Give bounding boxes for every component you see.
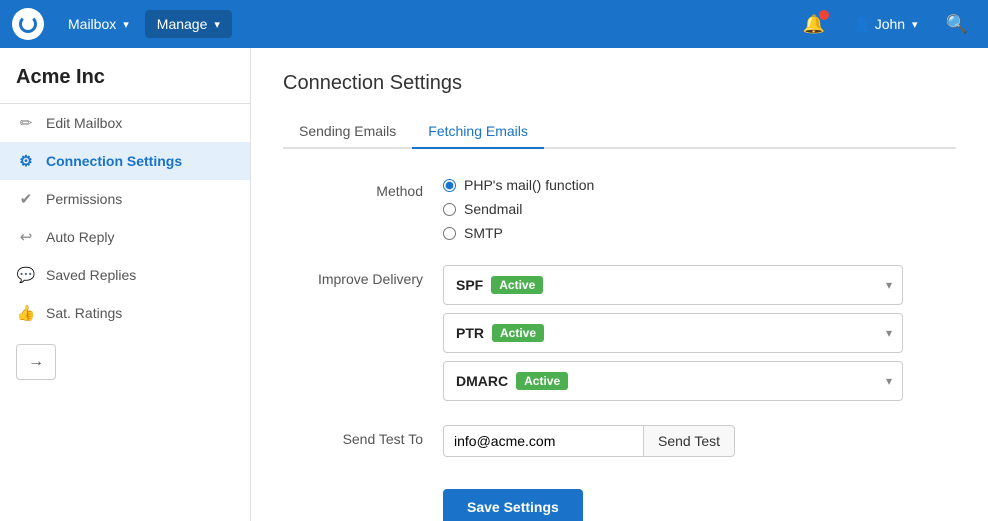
send-test-content: Send Test [443,425,956,457]
tab-sending-emails[interactable]: Sending Emails [283,115,412,149]
page-title: Connection Settings [283,72,956,95]
user-icon: 👤 [853,16,870,33]
radio-sendmail-label: Sendmail [464,201,522,217]
radio-sendmail-input[interactable] [443,203,456,216]
sidebar-item-auto-reply[interactable]: ↩ Auto Reply [0,218,250,256]
sidebar-item-edit-mailbox[interactable]: ✏ Edit Mailbox [0,104,250,142]
save-settings-button[interactable]: Save Settings [443,489,583,521]
radio-smtp-label: SMTP [464,225,503,241]
ptr-chevron-icon: ▾ [886,326,892,340]
save-row: Save Settings [283,481,956,521]
radio-php-mail-input[interactable] [443,179,456,192]
search-btn[interactable]: 🔍 [938,10,976,39]
topnav-right: 🔔 👤 John ▾ 🔍 [795,10,976,39]
radio-group-method: PHP's mail() function Sendmail SMTP [443,177,956,241]
mailbox-nav-label: Mailbox [68,16,116,32]
reply-icon: ↩ [16,228,36,246]
dmarc-badge: Active [516,372,568,390]
delivery-options: SPF Active ▾ PTR Active ▾ DMARC Active ▾ [443,265,956,401]
mailbox-nav-btn[interactable]: Mailbox ▾ [56,10,141,38]
edit-icon: ✏ [16,114,36,132]
send-test-button[interactable]: Send Test [643,425,735,457]
main-content: Connection Settings Sending Emails Fetch… [251,48,988,521]
sidebar-collapse-btn[interactable]: → [16,344,56,380]
sidebar-item-permissions[interactable]: ✔ Permissions [0,180,250,218]
dmarc-chevron-icon: ▾ [886,374,892,388]
user-label: John [875,16,905,32]
company-name: Acme Inc [0,48,250,104]
thumbsup-icon: 👍 [16,304,36,322]
save-content: Save Settings [443,481,956,521]
gear-icon: ⚙ [16,152,36,170]
radio-smtp-input[interactable] [443,227,456,240]
sidebar-item-label: Connection Settings [46,153,182,169]
sidebar-item-connection-settings[interactable]: ⚙ Connection Settings [0,142,250,180]
send-test-btn-label: Send Test [658,433,720,449]
save-btn-label: Save Settings [467,499,559,515]
manage-caret: ▾ [214,18,220,31]
tab-fetching-emails[interactable]: Fetching Emails [412,115,544,149]
tab-sending-label: Sending Emails [299,123,396,139]
delivery-group: SPF Active ▾ PTR Active ▾ DMARC Active ▾ [443,265,956,401]
ptr-dropdown[interactable]: PTR Active ▾ [443,313,903,353]
ptr-label: PTR [456,325,484,341]
send-test-group: Send Test [443,425,956,457]
radio-php-mail[interactable]: PHP's mail() function [443,177,956,193]
radio-php-mail-label: PHP's mail() function [464,177,594,193]
sidebar-item-label: Auto Reply [46,229,114,245]
sidebar-item-saved-replies[interactable]: 💬 Saved Replies [0,256,250,294]
send-test-input[interactable] [443,425,643,457]
notification-badge [819,10,829,20]
chat-icon: 💬 [16,266,36,284]
sidebar-item-label: Saved Replies [46,267,136,283]
radio-smtp[interactable]: SMTP [443,225,956,241]
sidebar-item-label: Permissions [46,191,122,207]
spf-label: SPF [456,277,483,293]
check-icon: ✔ [16,190,36,208]
radio-sendmail[interactable]: Sendmail [443,201,956,217]
sidebar-item-sat-ratings[interactable]: 👍 Sat. Ratings [0,294,250,332]
improve-delivery-label: Improve Delivery [283,265,443,287]
method-options: PHP's mail() function Sendmail SMTP [443,177,956,241]
sidebar-item-label: Sat. Ratings [46,305,122,321]
send-test-label: Send Test To [283,425,443,447]
method-row: Method PHP's mail() function Sendmail SM… [283,177,956,241]
notifications-btn[interactable]: 🔔 [795,10,833,39]
dmarc-dropdown[interactable]: DMARC Active ▾ [443,361,903,401]
tab-fetching-label: Fetching Emails [428,123,528,139]
ptr-badge: Active [492,324,544,342]
sidebar-item-label: Edit Mailbox [46,115,122,131]
mailbox-caret: ▾ [123,18,129,31]
manage-nav-btn[interactable]: Manage ▾ [145,10,232,38]
user-caret: ▾ [912,18,918,31]
improve-delivery-row: Improve Delivery SPF Active ▾ PTR Active… [283,265,956,401]
dmarc-label: DMARC [456,373,508,389]
method-label: Method [283,177,443,199]
topnav: Mailbox ▾ Manage ▾ 🔔 👤 John ▾ 🔍 [0,0,988,48]
main-layout: Acme Inc ✏ Edit Mailbox ⚙ Connection Set… [0,48,988,521]
manage-nav-label: Manage [157,16,208,32]
user-menu-btn[interactable]: 👤 John ▾ [841,10,929,39]
logo [12,8,44,40]
sidebar: Acme Inc ✏ Edit Mailbox ⚙ Connection Set… [0,48,251,521]
tabs-bar: Sending Emails Fetching Emails [283,115,956,149]
arrow-right-icon: → [28,353,44,371]
search-icon: 🔍 [946,14,968,35]
spf-badge: Active [491,276,543,294]
spf-dropdown[interactable]: SPF Active ▾ [443,265,903,305]
logo-icon [19,15,37,33]
spf-chevron-icon: ▾ [886,278,892,292]
send-test-row: Send Test To Send Test [283,425,956,457]
